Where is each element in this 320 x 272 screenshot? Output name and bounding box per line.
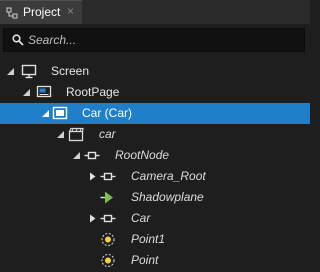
tree-item-label: RootNode (115, 148, 170, 162)
tree-item-point1[interactable]: Point1 (0, 229, 310, 250)
tree-item-label: Shadowplane (131, 190, 204, 204)
tree-item-car-scene[interactable]: car (0, 124, 310, 145)
tab-project[interactable]: Project × (0, 0, 82, 24)
point-light-icon (101, 233, 115, 246)
expanded-arrow-icon[interactable] (56, 130, 65, 139)
tree-item-label: Car (Car) (82, 106, 132, 120)
collapsed-arrow-icon[interactable] (88, 172, 97, 181)
tree-item-label: Screen (51, 64, 90, 78)
empty-node-icon (100, 214, 116, 223)
tree-item-label: Point1 (131, 232, 166, 246)
tree-item-shadowplane[interactable]: Shadowplane (0, 187, 310, 208)
tree-item-label: RootPage (66, 85, 120, 99)
mesh-node-icon (100, 191, 113, 204)
tree-item-label: car (99, 127, 116, 141)
tab-project-label: Project (23, 5, 61, 19)
panel-tab-bar: Project × (0, 0, 310, 24)
tree-item-screen[interactable]: Screen (0, 61, 310, 82)
expanded-arrow-icon[interactable] (6, 67, 15, 76)
tree-item-point[interactable]: Point (0, 250, 310, 271)
project-icon (6, 7, 18, 19)
scene-icon (68, 127, 84, 142)
tree-item-rootnode[interactable]: RootNode (0, 145, 310, 166)
expanded-arrow-icon[interactable] (41, 109, 50, 118)
tree-item-car-viewport[interactable]: Car (Car) (0, 103, 310, 124)
tree-item-rootpage[interactable]: RootPage (0, 82, 310, 103)
tree-item-label: Car (131, 211, 151, 225)
tab-close-icon[interactable]: × (67, 4, 74, 18)
expanded-arrow-icon[interactable] (72, 151, 81, 160)
viewport-icon (52, 106, 68, 120)
collapsed-arrow-icon[interactable] (88, 214, 97, 223)
search-icon (12, 34, 24, 46)
tree-item-camera-root[interactable]: Camera_Root (0, 166, 310, 187)
tree-item-car-node[interactable]: Car (0, 208, 310, 229)
search-bar (3, 28, 305, 52)
expanded-arrow-icon[interactable] (22, 88, 31, 97)
screen-icon (21, 64, 37, 79)
search-input[interactable] (28, 32, 298, 48)
point-light-icon (101, 254, 115, 267)
empty-node-icon (100, 172, 116, 181)
tree-item-label: Camera_Root (131, 169, 206, 183)
empty-node-icon (84, 151, 100, 160)
tree-item-label: Point (131, 253, 159, 267)
page-icon (36, 85, 52, 98)
